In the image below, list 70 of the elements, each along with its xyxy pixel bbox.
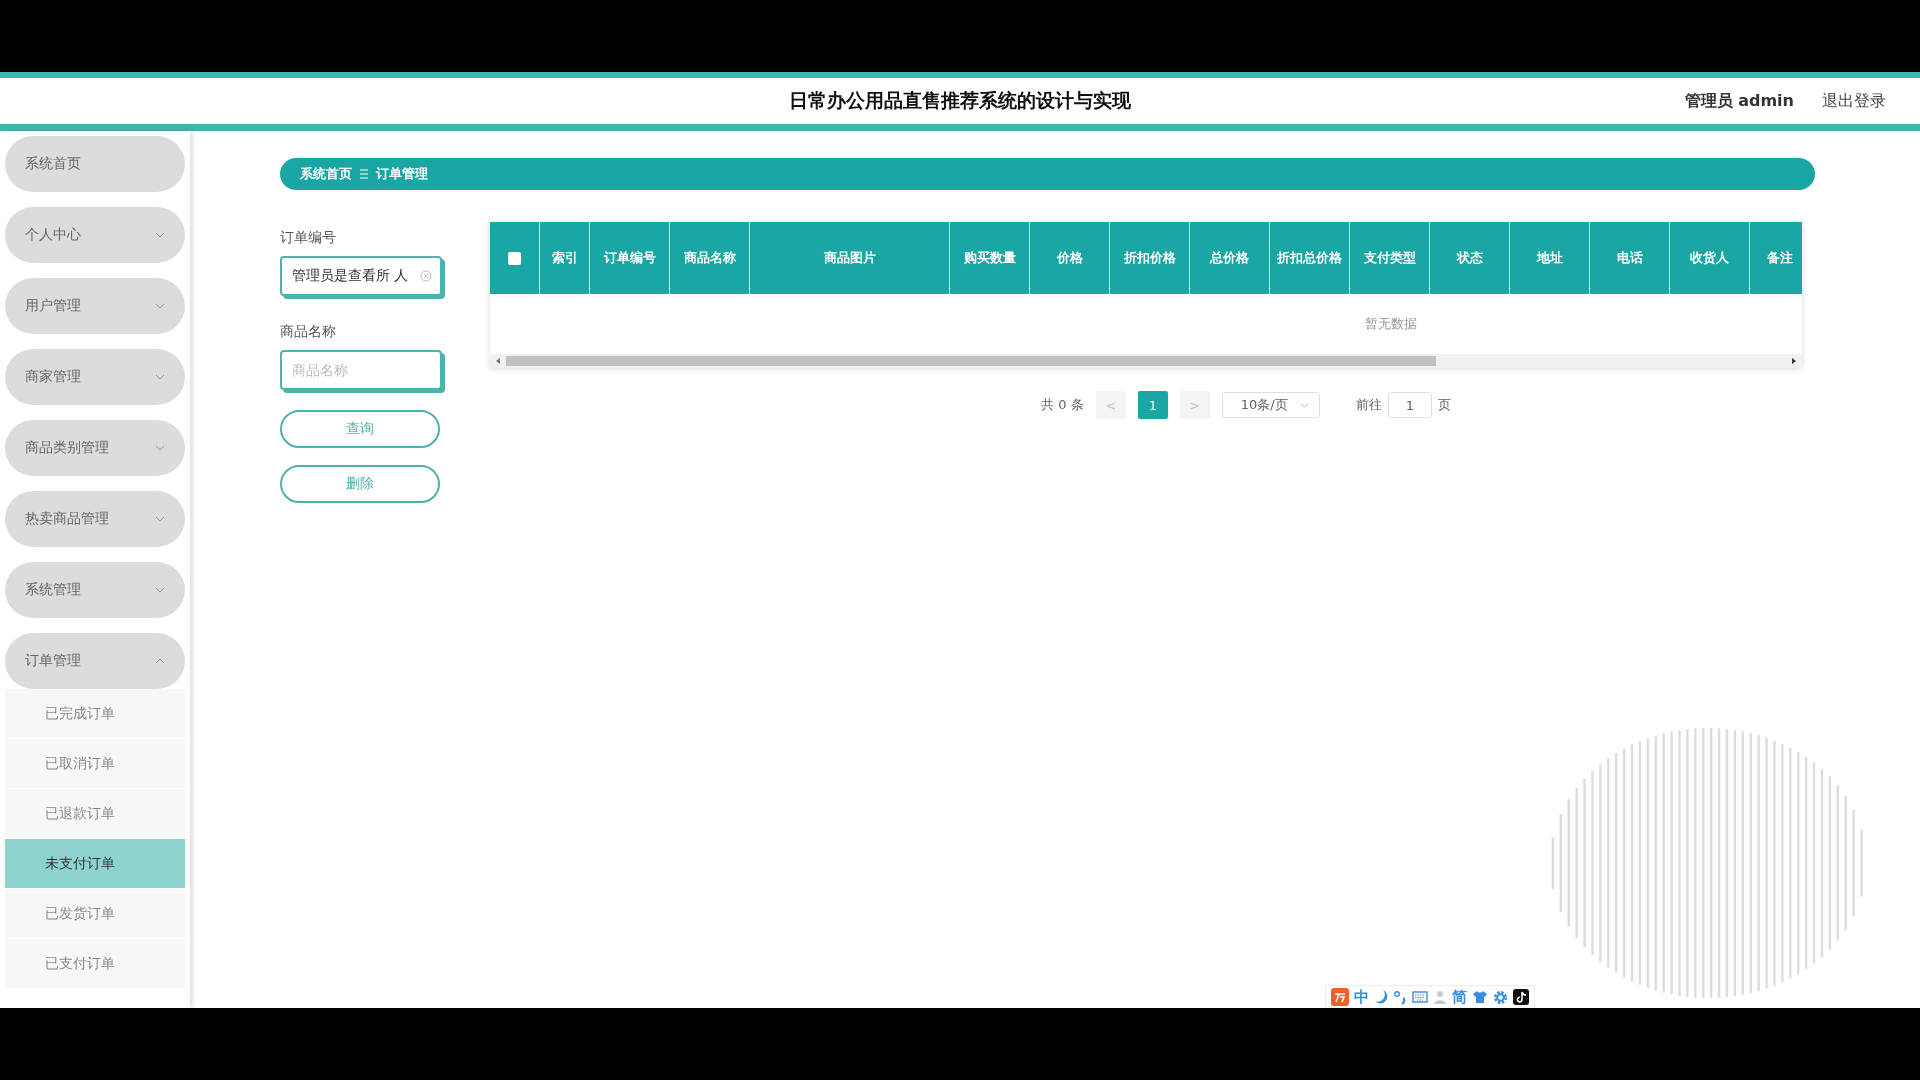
- settings-icon[interactable]: [1493, 989, 1508, 1005]
- input-field[interactable]: 商品名称: [280, 350, 442, 390]
- breadcrumb-link[interactable]: 系统首页: [300, 165, 352, 183]
- column-header: 商品图片: [823, 249, 876, 267]
- logout-link[interactable]: 退出登录: [1822, 90, 1886, 112]
- column-header: 地址: [1536, 249, 1563, 267]
- column-header: 电话: [1616, 249, 1643, 267]
- column-header: 价格: [1056, 249, 1083, 267]
- caret-icon: [1299, 402, 1309, 408]
- sidebar-menu-item[interactable]: 订单管理: [5, 633, 185, 689]
- column-header: 状态: [1456, 249, 1483, 267]
- chevron-icon: [155, 658, 165, 664]
- keyboard-icon[interactable]: [1412, 990, 1428, 1004]
- empty-message: 暂无数据: [1365, 315, 1417, 333]
- column-header: 索引: [551, 249, 578, 267]
- sidebar-menu-item[interactable]: 系统管理: [5, 562, 185, 618]
- separator-icon: [360, 169, 368, 179]
- column-header: 支付类型: [1363, 249, 1416, 267]
- chevron-icon: [155, 232, 165, 238]
- column-header: 订单编号: [603, 249, 656, 267]
- chevron-icon: [155, 374, 165, 380]
- scroll-right-icon[interactable]: [1790, 357, 1798, 365]
- column-header: 总价格: [1210, 249, 1249, 267]
- select-all-checkbox[interactable]: [508, 251, 521, 265]
- column-header: 商品名称: [683, 249, 736, 267]
- submenu-item[interactable]: 已发货订单: [5, 889, 185, 939]
- column-header: 购买数量: [963, 249, 1016, 267]
- field-label: 订单编号: [280, 229, 337, 247]
- input-mode-label[interactable]: 中: [1354, 987, 1369, 1007]
- sidebar-menu-item[interactable]: 商品类别管理: [5, 420, 185, 476]
- action-button[interactable]: 查询: [280, 410, 440, 448]
- clear-icon[interactable]: [420, 270, 432, 282]
- shirt-icon[interactable]: [1472, 990, 1488, 1004]
- page-button[interactable]: 1: [1137, 391, 1168, 419]
- charset-label[interactable]: 简: [1452, 987, 1467, 1007]
- submenu-item[interactable]: 已支付订单: [5, 939, 185, 989]
- user-label: 管理员 admin: [1684, 90, 1794, 112]
- music-note-icon[interactable]: [1513, 989, 1529, 1005]
- chevron-icon: [155, 445, 165, 451]
- chevron-icon: [155, 587, 165, 593]
- column-header: 备注: [1766, 249, 1793, 267]
- page-number-field[interactable]: 1: [1387, 392, 1432, 418]
- goto-label: 前往: [1355, 396, 1382, 414]
- action-button[interactable]: 删除: [280, 465, 440, 503]
- sidebar-menu-item[interactable]: 商家管理: [5, 349, 185, 405]
- sidebar-menu-item[interactable]: 系统首页: [5, 136, 185, 192]
- moon-icon[interactable]: [1374, 989, 1388, 1005]
- sidebar-menu-item[interactable]: 热卖商品管理: [5, 491, 185, 547]
- horizontal-scrollbar[interactable]: [490, 354, 1802, 368]
- chevron-icon: [155, 516, 165, 522]
- page-unit: 页: [1437, 396, 1451, 414]
- sidebar-menu-item[interactable]: 个人中心: [5, 207, 185, 263]
- sidebar-menu-item[interactable]: 用户管理: [5, 278, 185, 334]
- breadcrumb-link[interactable]: 订单管理: [376, 165, 428, 183]
- submenu-item[interactable]: 未支付订单: [5, 839, 185, 889]
- scroll-left-icon[interactable]: [494, 357, 502, 365]
- column-header: 收货人: [1690, 249, 1729, 267]
- punctuation-icon[interactable]: [1393, 989, 1407, 1005]
- column-header: 折扣价格: [1123, 249, 1176, 267]
- logo-icon[interactable]: [1331, 988, 1349, 1006]
- field-label: 商品名称: [280, 323, 337, 341]
- column-header: 折扣总价格: [1277, 249, 1342, 267]
- site-title: 日常办公用品直售推荐系统的设计与实现: [789, 88, 1131, 113]
- total-count: 共 0 条: [1041, 396, 1084, 414]
- submenu-item[interactable]: 已取消订单: [5, 739, 185, 789]
- submenu-item[interactable]: 已退款订单: [5, 789, 185, 839]
- page-size-select[interactable]: 10条/页: [1221, 392, 1320, 418]
- submenu-item[interactable]: 已完成订单: [5, 689, 185, 739]
- input-field[interactable]: 管理员是查看所 人: [280, 256, 442, 296]
- chevron-icon: [155, 303, 165, 309]
